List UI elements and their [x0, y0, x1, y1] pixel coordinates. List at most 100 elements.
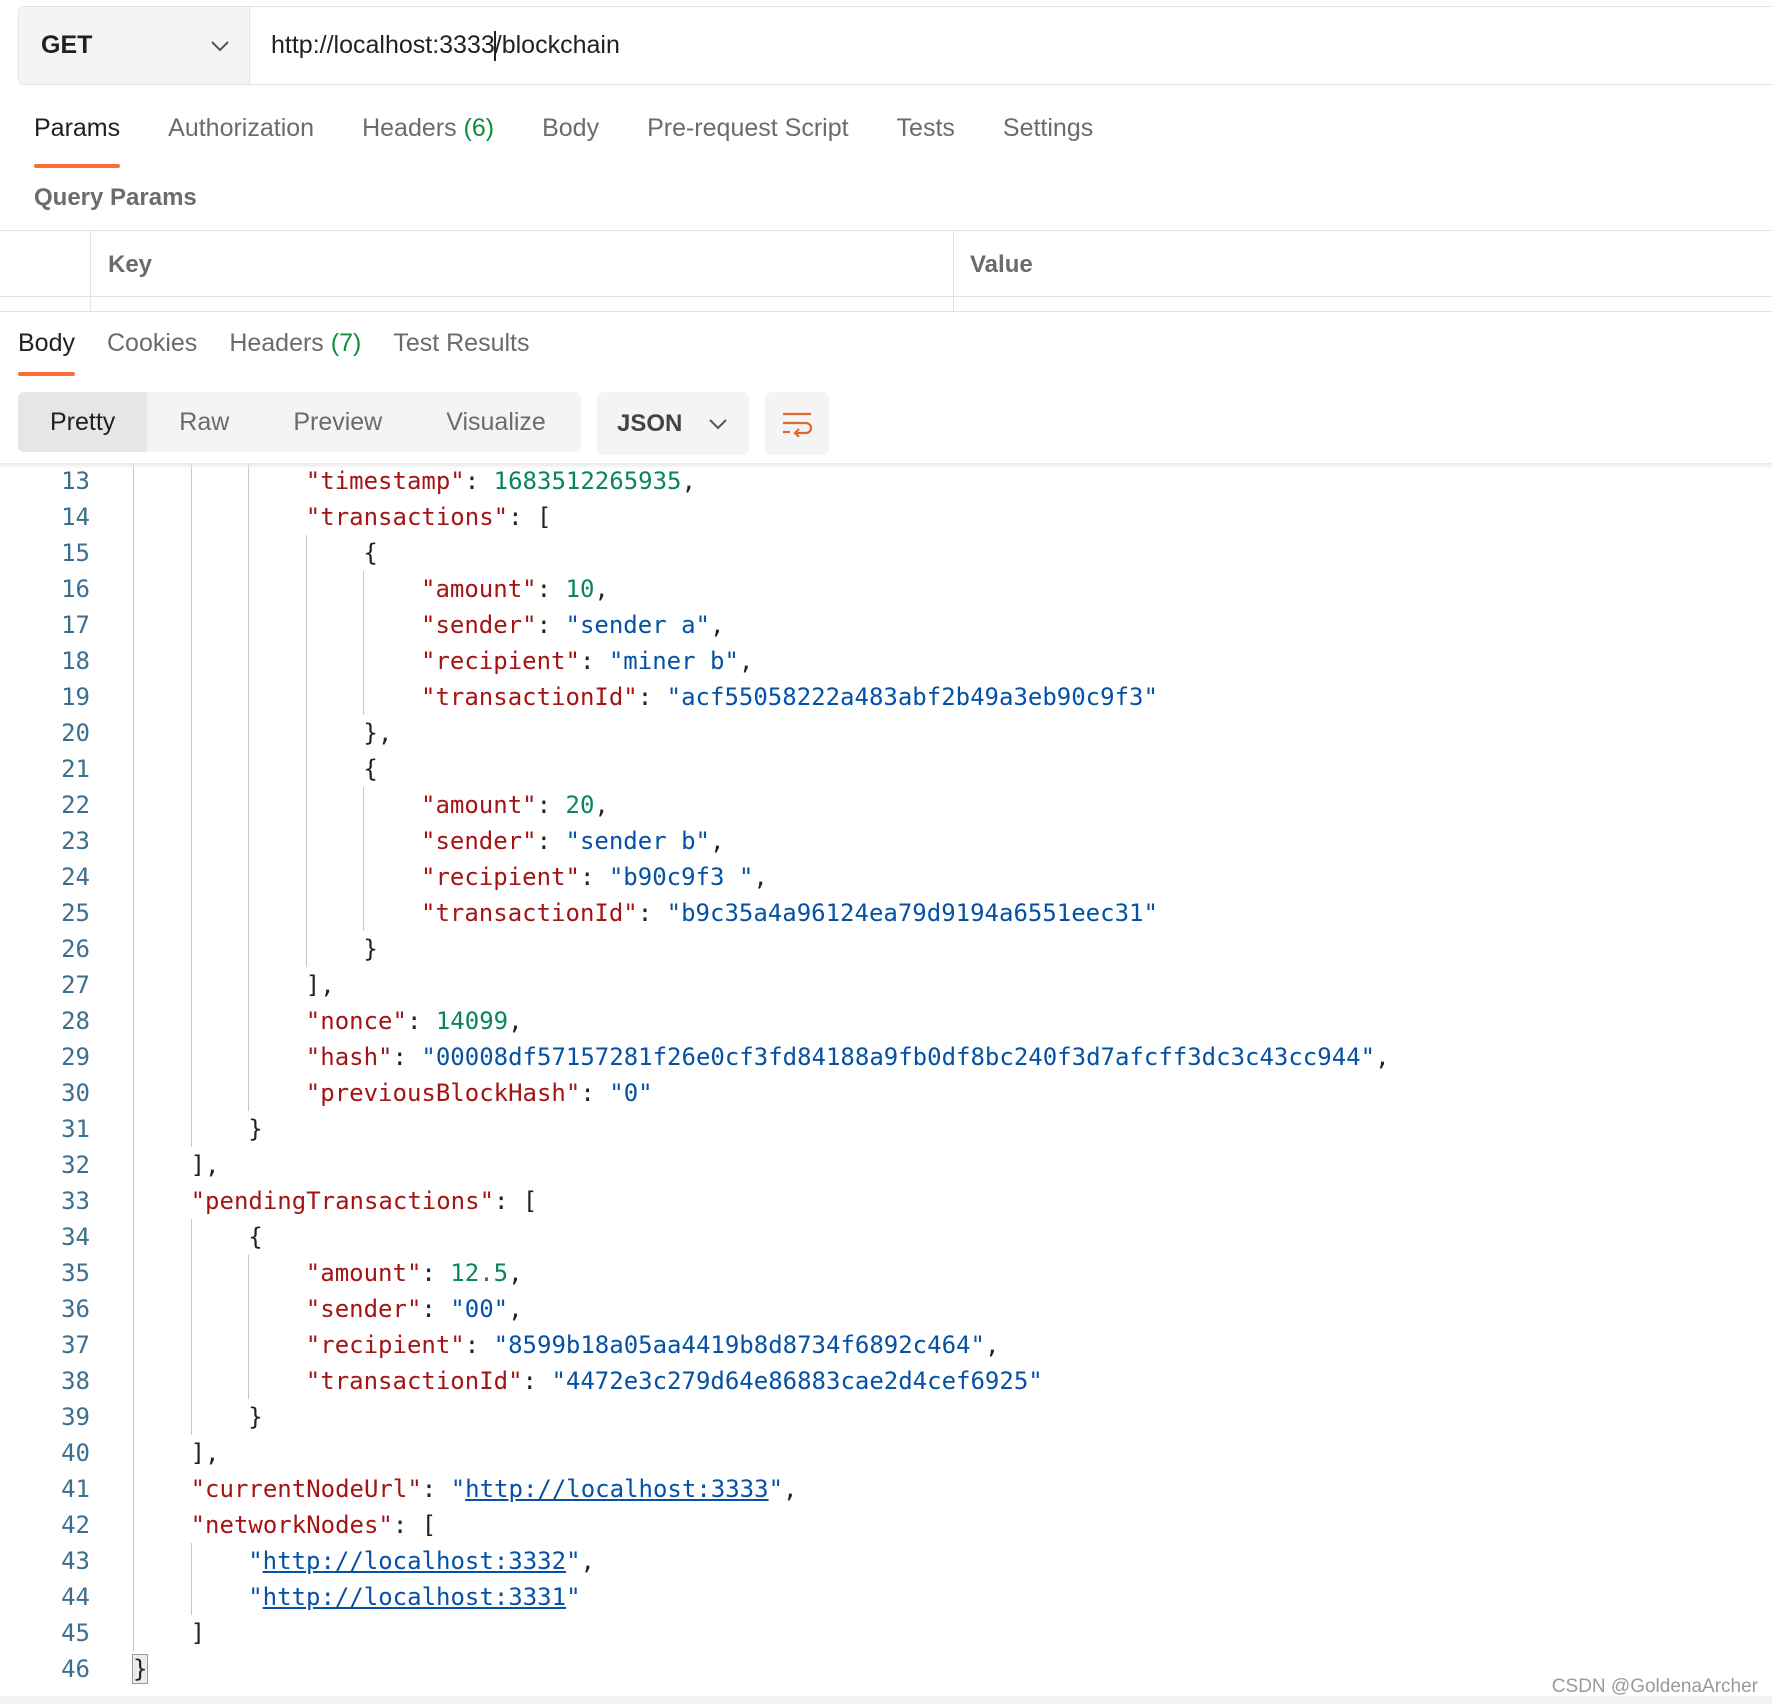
json-number: 20 — [565, 791, 595, 819]
code-line: 22 "amount": 20, — [0, 787, 1772, 823]
response-body-viewer[interactable]: 13 "timestamp": 1683512265935, 14 "transact… — [0, 463, 1772, 1698]
json-punctuation: { — [248, 1223, 263, 1251]
json-punctuation: : — [464, 1331, 494, 1359]
json-key: "recipient" — [421, 647, 580, 675]
code-text: "networkNodes": [ — [191, 1507, 437, 1543]
json-punctuation: ] — [190, 1619, 206, 1647]
code-line: 45] — [0, 1615, 1772, 1651]
line-number: 14 — [61, 503, 90, 531]
table-header-row — [0, 231, 1772, 297]
json-key: "transactionId" — [421, 683, 638, 711]
indent-guide — [190, 1543, 192, 1615]
wrap-lines-button[interactable] — [765, 392, 829, 455]
json-punctuation: : — [579, 863, 609, 891]
code-line: 20}, — [0, 715, 1772, 751]
line-number: 18 — [61, 647, 90, 675]
code-line: 19 "transactionId": "acf55058222a483abf2b… — [0, 679, 1772, 715]
tab-settings[interactable]: Settings — [1003, 112, 1093, 168]
line-number: 23 — [61, 827, 90, 855]
tab-body[interactable]: Body — [542, 112, 599, 168]
tab-headers[interactable]: Headers (6) — [362, 112, 494, 168]
indent-guide — [305, 535, 307, 967]
line-number: 43 — [61, 1547, 90, 1575]
url-link[interactable]: http://localhost:3333 — [465, 1475, 768, 1503]
json-string: "4472e3c279d64e86883cae2d4cef6925" — [551, 1367, 1043, 1395]
view-pretty-button[interactable]: Pretty — [18, 392, 148, 452]
json-key: "pendingTransactions" — [190, 1187, 495, 1215]
code-line: 40], — [0, 1435, 1772, 1471]
code-line: 34 { — [0, 1219, 1772, 1255]
indent-guide — [133, 463, 134, 1651]
line-number: 33 — [61, 1187, 90, 1215]
json-punctuation: , — [580, 1547, 595, 1575]
headers-count: (6) — [463, 114, 495, 142]
json-punctuation: } — [248, 1115, 263, 1143]
status-strip — [0, 1696, 1772, 1704]
json-key: "recipient" — [421, 863, 580, 891]
method-select[interactable]: GET — [19, 7, 250, 84]
tab-response-body[interactable]: Body — [18, 326, 75, 376]
tab-pre-request-script[interactable]: Pre-request Script — [647, 112, 848, 168]
line-number: 21 — [61, 755, 90, 783]
json-punctuation: : — [637, 899, 667, 927]
line-number: 46 — [61, 1655, 90, 1683]
json-punctuation: , — [710, 827, 725, 855]
view-raw-button[interactable]: Raw — [147, 392, 261, 452]
json-key: "sender" — [421, 611, 537, 639]
line-number: 39 — [61, 1403, 90, 1431]
tab-tests[interactable]: Tests — [897, 112, 955, 168]
url-link[interactable]: http://localhost:3332 — [263, 1547, 566, 1575]
json-punctuation: } — [248, 1403, 263, 1431]
tab-label: Headers — [229, 329, 324, 357]
line-number: 45 — [61, 1619, 90, 1647]
json-punctuation: : — [392, 1043, 422, 1071]
json-punctuation: : [ — [508, 503, 552, 531]
json-punctuation: , — [738, 647, 754, 675]
json-punctuation: , — [508, 1295, 523, 1323]
line-number: 25 — [61, 899, 90, 927]
tab-cookies[interactable]: Cookies — [107, 326, 197, 376]
url-input[interactable]: http://localhost:3333/blockchain — [250, 7, 1772, 84]
tab-params[interactable]: Params — [34, 112, 121, 168]
code-text: "recipient": "b90c9f3 ", — [421, 859, 768, 895]
json-key: "networkNodes" — [190, 1511, 393, 1539]
json-key: "transactionId" — [421, 899, 638, 927]
json-string: "sender a" — [565, 611, 711, 639]
line-number: 34 — [61, 1223, 90, 1251]
column-divider[interactable] — [953, 231, 954, 311]
line-number: 30 — [61, 1079, 90, 1107]
json-string: "b90c9f3 " — [608, 863, 754, 891]
line-number: 27 — [61, 971, 90, 999]
json-punctuation: : [ — [494, 1187, 538, 1215]
tab-label: Authorization — [168, 114, 315, 142]
json-number: 10 — [565, 575, 595, 603]
json-punctuation: : — [536, 827, 566, 855]
json-punctuation: , — [594, 575, 609, 603]
line-number: 16 — [61, 575, 90, 603]
tab-response-headers[interactable]: Headers (7) — [229, 326, 361, 376]
url-link[interactable]: http://localhost:3331 — [263, 1583, 566, 1611]
line-number: 36 — [61, 1295, 90, 1323]
json-punctuation: { — [363, 539, 378, 567]
tab-authorization[interactable]: Authorization — [168, 112, 314, 168]
json-punctuation: , — [1375, 1043, 1390, 1071]
code-text: "sender": "sender b", — [421, 823, 724, 859]
view-visualize-button[interactable]: Visualize — [414, 392, 578, 452]
json-punctuation: , — [710, 611, 725, 639]
json-punctuation: } — [363, 935, 378, 963]
view-preview-button[interactable]: Preview — [261, 392, 414, 452]
url-text-before-cursor: http://localhost:3333 — [271, 31, 495, 59]
code-line: 33 "pendingTransactions": [ — [0, 1183, 1772, 1219]
json-punctuation: , — [508, 1259, 523, 1287]
json-punctuation: : — [522, 1367, 552, 1395]
code-text: "recipient": "8599b18a05aa4419b8d8734f68… — [306, 1327, 1000, 1363]
format-select[interactable]: JSON — [597, 392, 749, 455]
json-punctuation: : — [637, 683, 667, 711]
json-string: " — [450, 1475, 466, 1503]
json-string: "0" — [609, 1079, 653, 1107]
column-header-key: Key — [108, 251, 153, 278]
json-punctuation: , — [984, 1331, 1000, 1359]
json-punctuation: , — [508, 1007, 523, 1035]
json-key: "amount" — [421, 575, 537, 603]
tab-test-results[interactable]: Test Results — [393, 326, 529, 376]
